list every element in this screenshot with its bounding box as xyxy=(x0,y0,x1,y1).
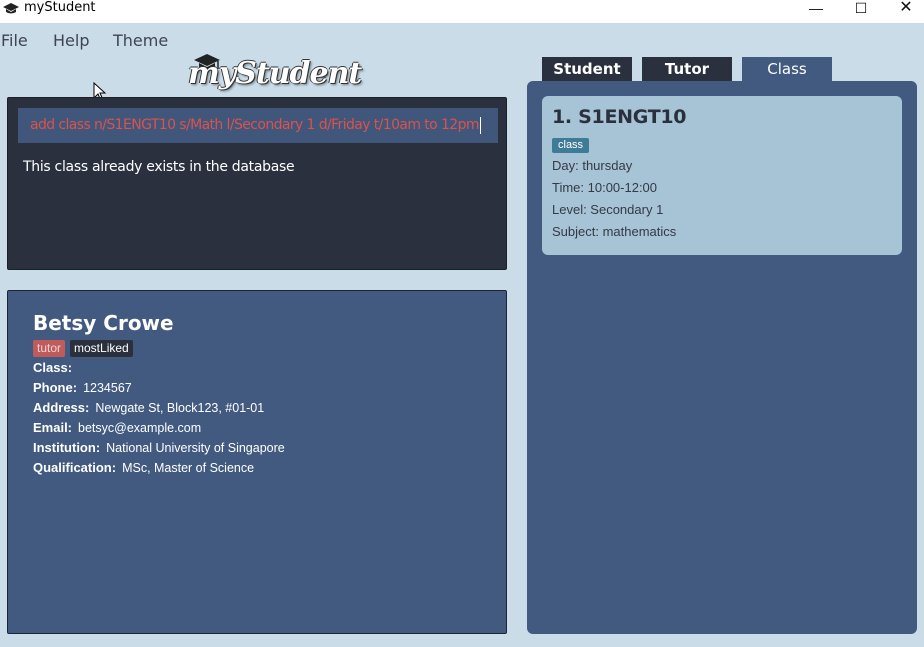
class-day: Day: thursday xyxy=(552,158,633,173)
person-tags: tutor mostLiked xyxy=(33,340,133,357)
detail-panel: Betsy Crowe tutor mostLiked Class: Phone… xyxy=(7,290,507,634)
tab-student[interactable]: Student xyxy=(542,57,632,82)
command-input-value: add class n/S1ENGT10 s/Math l/Secondary … xyxy=(30,117,480,133)
result-message: This class already exists in the databas… xyxy=(23,159,295,175)
tab-class[interactable]: Class xyxy=(742,57,832,82)
tab-tutor[interactable]: Tutor xyxy=(642,57,732,82)
class-list-panel: 1. S1ENGT10 class Day: thursday Time: 10… xyxy=(527,81,917,634)
field-value: 1234567 xyxy=(83,381,132,395)
field-label: Qualification: xyxy=(33,460,117,475)
field-institution: Institution: National University of Singa… xyxy=(33,439,285,457)
text-caret xyxy=(479,116,481,134)
class-tag: class xyxy=(552,138,590,153)
field-value: MSc, Master of Science xyxy=(122,461,255,475)
person-name: Betsy Crowe xyxy=(33,311,174,335)
title-bar: myStudent — ☐ ✕ xyxy=(0,0,924,23)
menu-bar: File Help Theme xyxy=(0,23,924,57)
field-label: Class: xyxy=(33,360,73,375)
menu-file[interactable]: File xyxy=(1,31,28,51)
field-email: Email: betsyc@example.com xyxy=(33,419,201,437)
field-value: betsyc@example.com xyxy=(78,421,202,435)
field-label: Institution: xyxy=(33,440,101,455)
field-class: Class: xyxy=(33,359,78,377)
class-card[interactable]: 1. S1ENGT10 class Day: thursday Time: 10… xyxy=(542,96,902,255)
tag-tutor: tutor xyxy=(33,340,66,357)
class-card-title: 1. S1ENGT10 xyxy=(552,106,687,128)
field-label: Address: xyxy=(33,400,90,415)
maximize-button[interactable]: ☐ xyxy=(838,0,884,16)
command-panel: add class n/S1ENGT10 s/Math l/Secondary … xyxy=(7,97,507,270)
field-value: National University of Singapore xyxy=(106,441,285,455)
class-time: Time: 10:00-12:00 xyxy=(552,180,658,195)
command-input[interactable]: add class n/S1ENGT10 s/Math l/Secondary … xyxy=(18,108,498,143)
field-address: Address: Newgate St, Block123, #01-01 xyxy=(33,399,264,417)
graduation-cap-icon xyxy=(3,2,19,18)
field-phone: Phone: 1234567 xyxy=(33,379,132,397)
menu-theme[interactable]: Theme xyxy=(113,31,168,51)
field-qualification: Qualification: MSc, Master of Science xyxy=(33,459,254,477)
window-title: myStudent xyxy=(24,0,96,15)
tag-mostliked: mostLiked xyxy=(70,340,133,357)
field-label: Phone: xyxy=(33,380,78,395)
menu-help[interactable]: Help xyxy=(53,31,89,51)
minimize-button[interactable]: — xyxy=(793,0,839,16)
logo-text: myStudent xyxy=(188,56,362,91)
class-level: Level: Secondary 1 xyxy=(552,202,664,217)
field-value: Newgate St, Block123, #01-01 xyxy=(95,401,265,415)
close-button[interactable]: ✕ xyxy=(883,0,924,16)
app-logo: myStudent xyxy=(188,52,362,98)
field-label: Email: xyxy=(33,420,73,435)
class-subject: Subject: mathematics xyxy=(552,224,677,239)
